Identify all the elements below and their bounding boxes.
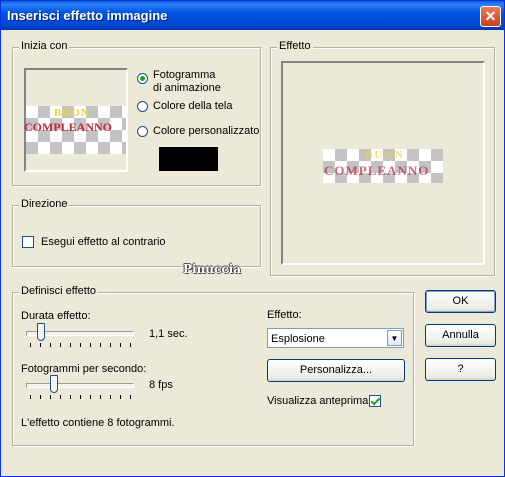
show-preview-label[interactable]: Visualizza anteprima <box>267 395 368 407</box>
help-button-label: ? <box>457 363 464 375</box>
start-preview-image: BUON COMPLEANNO <box>24 106 126 154</box>
slider-tick <box>110 395 111 399</box>
close-button[interactable]: ✕ <box>480 6 501 27</box>
frame-count-info: L'effetto contiene 8 fotogrammi. <box>21 417 175 429</box>
effect-type-label: Effetto: <box>267 309 302 321</box>
radio-animation-frame-label-line2: di animazione <box>153 82 221 94</box>
start-preview: BUON COMPLEANNO <box>24 68 128 172</box>
slider-tick <box>130 395 131 399</box>
customize-button-label: Personalizza... <box>299 364 373 376</box>
slider-tick <box>40 395 41 399</box>
ok-button-label: OK <box>452 295 469 307</box>
slider-tick <box>100 395 101 399</box>
slider-tick <box>120 343 121 347</box>
effect-wordart-line2: COMPLEANNO <box>324 163 430 178</box>
wordart-line1: BUON <box>54 107 90 119</box>
slider-tick <box>70 395 71 399</box>
effect-preview-group: Effetto BUON COMPLEANNO <box>270 40 495 276</box>
slider-tick <box>30 395 31 399</box>
customize-button[interactable]: Personalizza... <box>267 359 405 382</box>
direction-group: Direzione Esegui effetto al contrario <box>12 198 261 267</box>
start-with-legend: Inizia con <box>19 40 70 52</box>
effect-wordart-line1: BUON <box>365 149 405 161</box>
radio-custom-color[interactable] <box>137 126 148 137</box>
reverse-effect-label[interactable]: Esegui effetto al contrario <box>41 236 166 248</box>
effect-type-selected: Esplosione <box>271 333 325 345</box>
dialog-title: Inserisci effetto immagine <box>7 8 168 23</box>
slider-tick <box>70 343 71 347</box>
duration-label: Durata effetto: <box>21 310 91 322</box>
slider-tick <box>30 343 31 347</box>
slider-tick <box>120 395 121 399</box>
slider-tick <box>110 343 111 347</box>
radio-canvas-color[interactable] <box>137 101 148 112</box>
cancel-button-label: Annulla <box>442 329 479 341</box>
help-button[interactable]: ? <box>425 358 496 381</box>
duration-value: 1,1 sec. <box>149 328 188 340</box>
define-effect-group: Definisci effetto Durata effetto: 1,1 se… <box>12 285 414 446</box>
slider-tick <box>90 395 91 399</box>
watermark-signature: Pinuccia <box>183 262 241 276</box>
slider-tick <box>60 395 61 399</box>
slider-tick <box>50 343 51 347</box>
slider-tick <box>60 343 61 347</box>
direction-legend: Direzione <box>19 198 70 210</box>
ok-button[interactable]: OK <box>425 290 496 313</box>
fps-label: Fotogrammi per secondo: <box>21 363 147 375</box>
radio-animation-frame-label[interactable]: Fotogramma di animazione <box>153 69 221 95</box>
reverse-effect-checkbox[interactable] <box>22 236 34 248</box>
chevron-down-icon[interactable]: ▼ <box>387 330 402 346</box>
fps-slider-track <box>26 383 134 388</box>
slider-tick <box>40 343 41 347</box>
effect-preview: BUON COMPLEANNO <box>281 61 485 265</box>
effect-type-select[interactable]: Esplosione ▼ <box>267 328 404 348</box>
slider-tick <box>100 343 101 347</box>
radio-custom-color-label[interactable]: Colore personalizzato <box>153 125 259 137</box>
slider-tick <box>130 343 131 347</box>
title-bar[interactable]: Inserisci effetto immagine ✕ <box>1 1 504 30</box>
fps-value: 8 fps <box>149 379 173 391</box>
close-icon: ✕ <box>484 8 497 24</box>
show-preview-checkbox[interactable] <box>369 395 381 407</box>
fps-slider[interactable] <box>26 375 136 401</box>
duration-slider-thumb[interactable] <box>37 323 45 341</box>
dialog-window: Inserisci effetto immagine ✕ Inizia con … <box>0 0 505 477</box>
wordart-line2: COMPLEANNO <box>24 120 112 134</box>
cancel-button[interactable]: Annulla <box>425 324 496 347</box>
define-effect-legend: Definisci effetto <box>19 285 99 297</box>
slider-tick <box>80 395 81 399</box>
duration-slider[interactable] <box>26 323 136 349</box>
radio-animation-frame[interactable] <box>137 73 148 84</box>
start-with-group: Inizia con BUON COMPLEANNO Fotogramma di… <box>12 40 261 186</box>
custom-color-swatch[interactable] <box>159 147 218 171</box>
radio-canvas-color-label[interactable]: Colore della tela <box>153 100 233 112</box>
effect-preview-image: BUON COMPLEANNO <box>323 149 443 183</box>
slider-tick <box>50 395 51 399</box>
radio-animation-frame-label-line1: Fotogramma <box>153 69 216 81</box>
fps-slider-thumb[interactable] <box>50 375 58 393</box>
effect-preview-legend: Effetto <box>277 40 313 52</box>
slider-tick <box>80 343 81 347</box>
slider-tick <box>90 343 91 347</box>
